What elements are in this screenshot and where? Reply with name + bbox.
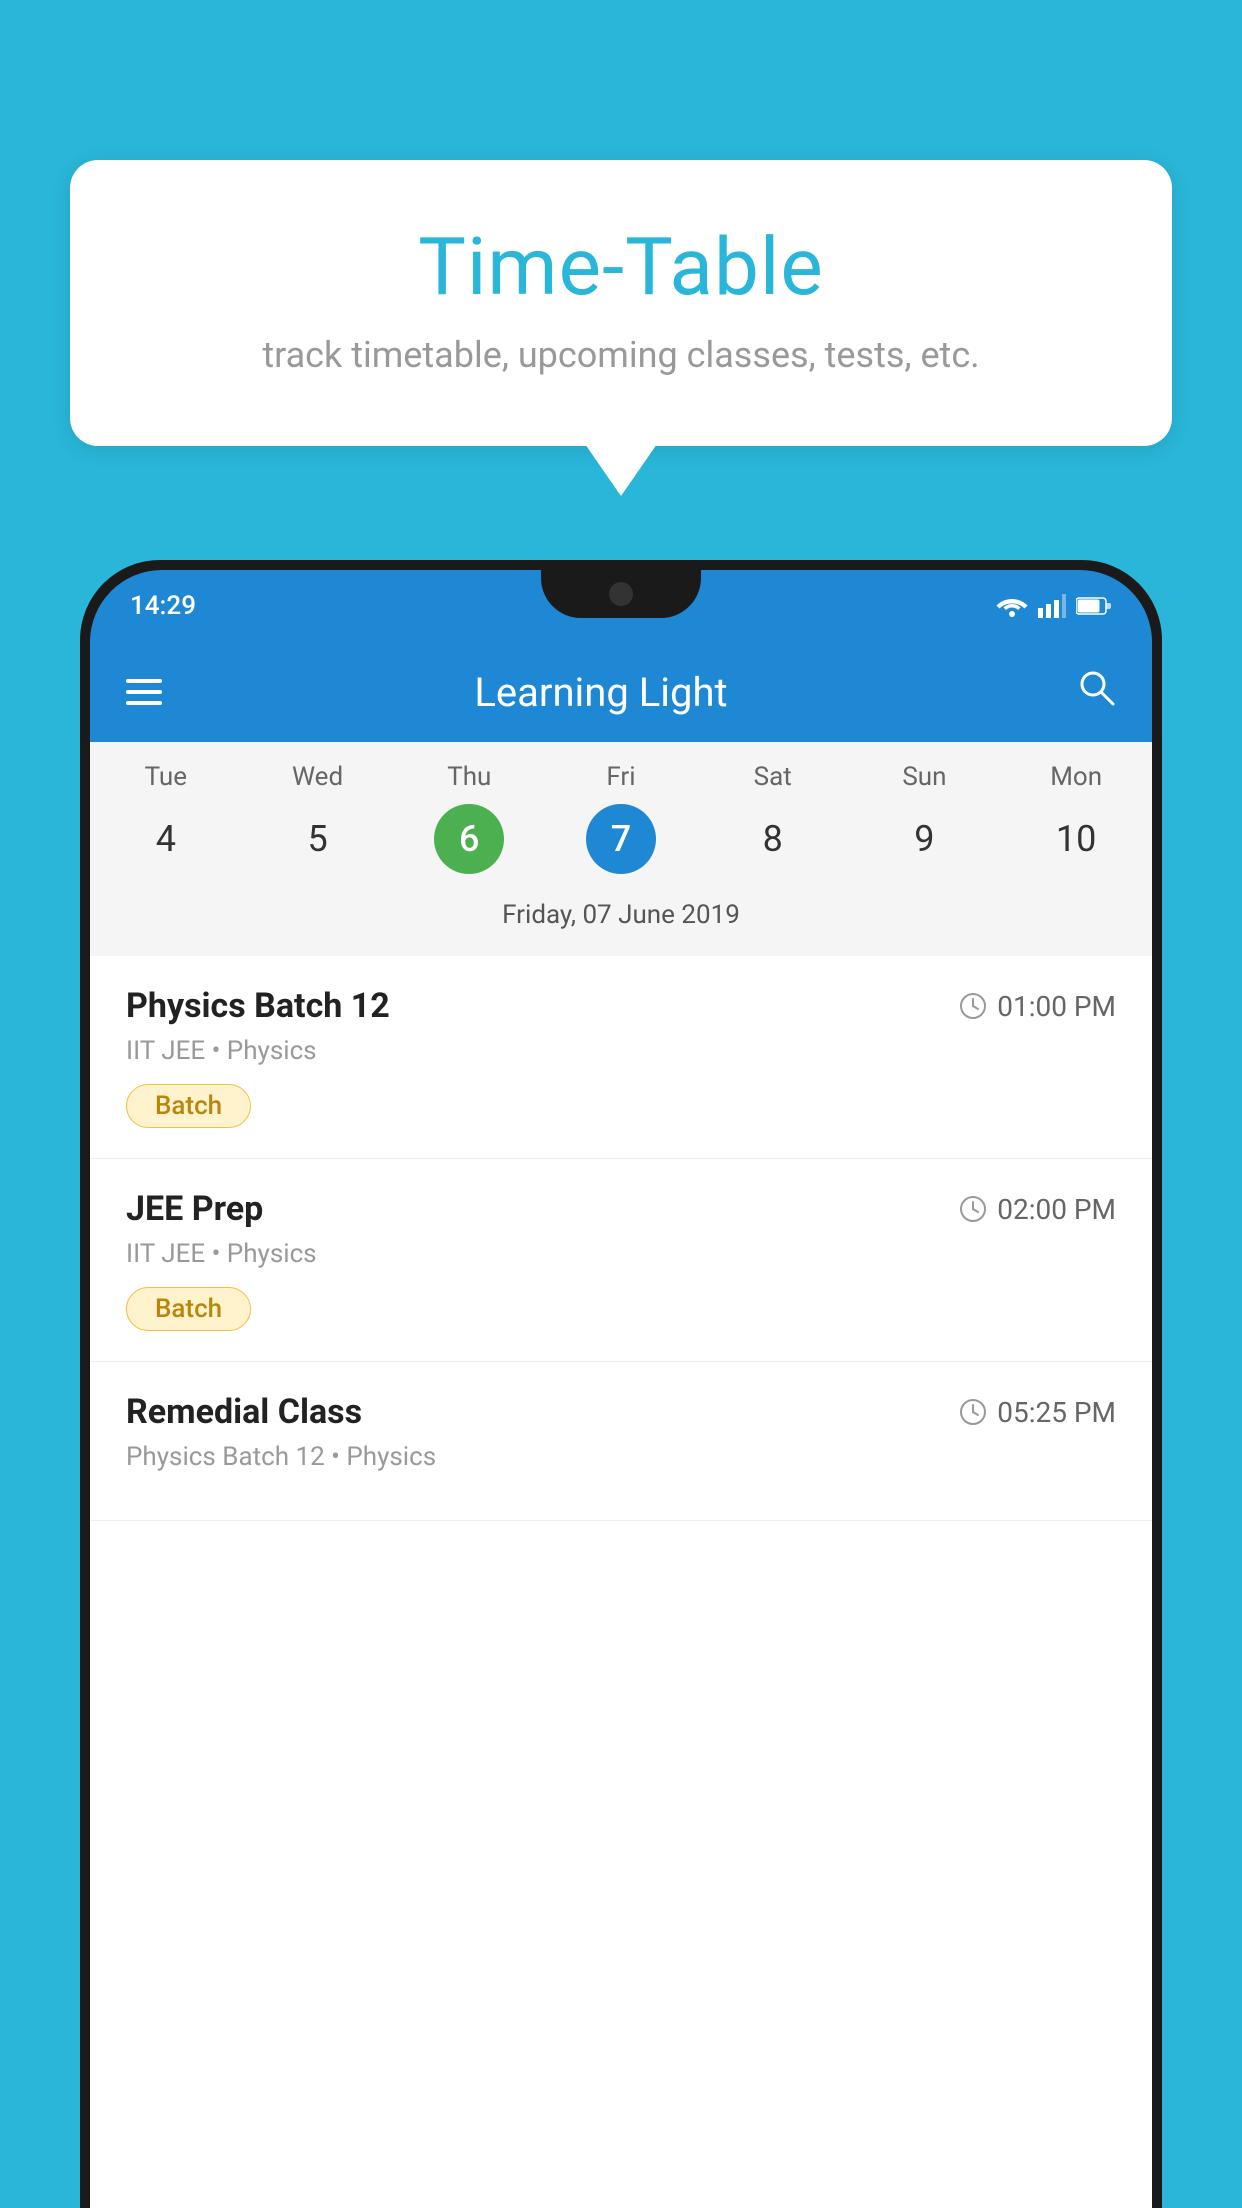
speech-bubble-container: Time-Table track timetable, upcoming cla…	[70, 160, 1172, 446]
app-bar: Learning Light	[90, 642, 1152, 742]
app-title: Learning Light	[192, 669, 1010, 716]
screen-content: Learning Light Tue Wed Thu Fri Sat Sun	[90, 642, 1152, 2208]
clock-icon-1	[959, 992, 987, 1020]
day-7-selected[interactable]: 7	[586, 804, 656, 874]
class-item-1[interactable]: Physics Batch 12 01:00 PM IIT JEE • Phys…	[90, 956, 1152, 1159]
class-time-text-2: 02:00 PM	[997, 1193, 1116, 1226]
day-sun: Sun	[849, 762, 1001, 792]
day-wed: Wed	[242, 762, 394, 792]
class-time-2: 02:00 PM	[959, 1193, 1116, 1226]
status-bar: 14:29	[90, 570, 1152, 642]
class-time-text-1: 01:00 PM	[997, 990, 1116, 1023]
day-4[interactable]: 4	[131, 804, 201, 874]
class-time-text-3: 05:25 PM	[997, 1396, 1116, 1429]
day-9[interactable]: 9	[889, 804, 959, 874]
day-sat: Sat	[697, 762, 849, 792]
phone-frame: 14:29	[80, 560, 1162, 2208]
class-name-2: JEE Prep	[126, 1189, 263, 1229]
day-mon: Mon	[1000, 762, 1152, 792]
notch-camera	[609, 582, 633, 606]
day-fri: Fri	[545, 762, 697, 792]
class-item-2-header: JEE Prep 02:00 PM	[126, 1189, 1116, 1229]
phone-inner: 14:29	[90, 570, 1152, 2208]
day-8[interactable]: 8	[738, 804, 808, 874]
search-icon[interactable]	[1076, 667, 1116, 717]
class-item-2[interactable]: JEE Prep 02:00 PM IIT JEE • Physics Batc…	[90, 1159, 1152, 1362]
hamburger-icon[interactable]	[126, 679, 162, 705]
notch	[541, 570, 701, 618]
signal-icon	[1038, 594, 1066, 618]
class-time-3: 05:25 PM	[959, 1396, 1116, 1429]
class-meta-1: IIT JEE • Physics	[126, 1036, 1116, 1066]
clock-icon-3	[959, 1398, 987, 1426]
class-item-3-header: Remedial Class 05:25 PM	[126, 1392, 1116, 1432]
speech-bubble: Time-Table track timetable, upcoming cla…	[70, 160, 1172, 446]
classes-list: Physics Batch 12 01:00 PM IIT JEE • Phys…	[90, 956, 1152, 1521]
status-icons	[996, 594, 1112, 618]
class-item-3[interactable]: Remedial Class 05:25 PM Physics Batch 12…	[90, 1362, 1152, 1521]
class-meta-2: IIT JEE • Physics	[126, 1239, 1116, 1269]
bubble-title: Time-Table	[150, 220, 1092, 314]
batch-badge-2: Batch	[126, 1287, 251, 1331]
status-time: 14:29	[130, 591, 196, 621]
day-thu: Thu	[393, 762, 545, 792]
day-headers: Tue Wed Thu Fri Sat Sun Mon	[90, 762, 1152, 804]
class-meta-3: Physics Batch 12 • Physics	[126, 1442, 1116, 1472]
day-5[interactable]: 5	[283, 804, 353, 874]
day-numbers: 4 5 6 7 8 9 10	[90, 804, 1152, 890]
calendar-strip: Tue Wed Thu Fri Sat Sun Mon 4 5 6 7 8 9 …	[90, 742, 1152, 956]
day-tue: Tue	[90, 762, 242, 792]
battery-icon	[1076, 596, 1112, 616]
class-name-3: Remedial Class	[126, 1392, 362, 1432]
bubble-subtitle: track timetable, upcoming classes, tests…	[150, 334, 1092, 376]
class-item-1-header: Physics Batch 12 01:00 PM	[126, 986, 1116, 1026]
clock-icon-2	[959, 1195, 987, 1223]
day-6-today[interactable]: 6	[434, 804, 504, 874]
selected-date-label: Friday, 07 June 2019	[90, 890, 1152, 946]
batch-badge-1: Batch	[126, 1084, 251, 1128]
class-time-1: 01:00 PM	[959, 990, 1116, 1023]
class-name-1: Physics Batch 12	[126, 986, 390, 1026]
day-10[interactable]: 10	[1041, 804, 1111, 874]
wifi-icon	[996, 594, 1028, 618]
